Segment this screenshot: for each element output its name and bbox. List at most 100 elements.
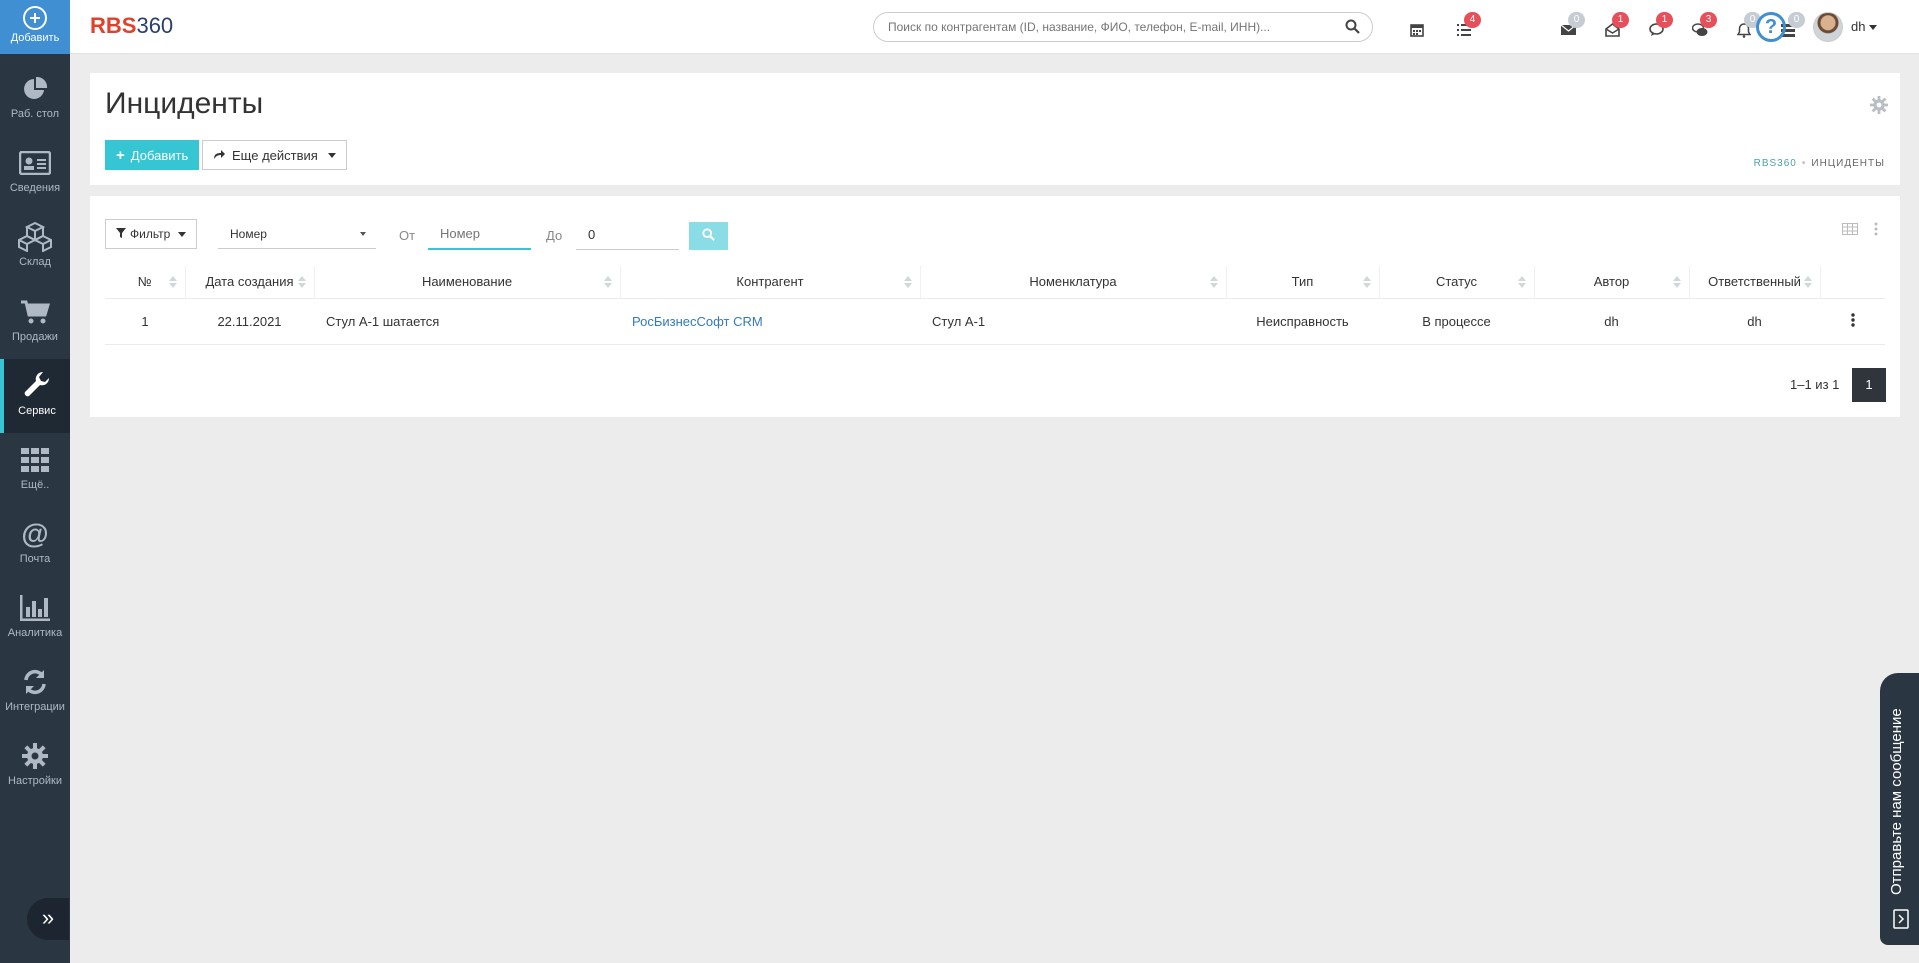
calendar-icon[interactable] — [1407, 20, 1427, 40]
sort-icon — [1517, 276, 1526, 288]
page-button-current[interactable]: 1 — [1852, 368, 1886, 402]
chevron-down-icon — [1869, 25, 1878, 31]
plus-icon: + — [116, 146, 125, 164]
vertical-dots-icon — [1850, 312, 1855, 330]
table-options-icon[interactable] — [1874, 222, 1878, 239]
bar-chart-icon — [0, 593, 70, 623]
more-actions-label: Еще действия — [232, 147, 318, 163]
cell-status: В процессе — [1379, 298, 1534, 345]
search-box — [873, 12, 1373, 42]
incidents-table: № Дата создания Наименование Контрагент … — [105, 266, 1885, 345]
column-header-date[interactable]: Дата создания — [185, 266, 315, 299]
sort-icon — [903, 276, 912, 288]
pie-chart-icon — [0, 74, 70, 104]
column-header-type[interactable]: Тип — [1226, 266, 1380, 299]
refresh-icon — [0, 667, 70, 697]
feedback-tab[interactable]: Отправьте нам сообщение — [1880, 673, 1919, 945]
sidebar-item-analytics[interactable]: Аналитика — [0, 581, 70, 655]
cart-icon — [0, 297, 70, 327]
page-settings-gear-icon[interactable] — [1870, 96, 1888, 117]
logo-text-blue: 360 — [136, 13, 174, 38]
comment-icon[interactable]: 1 — [1646, 12, 1673, 40]
sort-icon — [603, 276, 612, 288]
page-title: Инциденты — [105, 87, 264, 120]
search-input[interactable] — [888, 13, 1328, 41]
sidebar-item-service[interactable]: Сервис — [0, 359, 70, 433]
tasks-icon[interactable]: 4 — [1454, 12, 1481, 40]
column-header-responsible[interactable]: Ответственный — [1689, 266, 1821, 299]
pagination-info: 1–1 из 1 — [1790, 377, 1840, 392]
contractor-link[interactable]: РосБизнесСофт CRM — [632, 314, 763, 329]
feedback-icon — [1893, 909, 1909, 932]
bell-icon[interactable]: 0 — [1734, 12, 1761, 40]
avatar[interactable] — [1813, 12, 1843, 42]
cell-type: Неисправность — [1226, 298, 1379, 345]
from-input[interactable] — [428, 219, 531, 250]
sort-icon — [1362, 276, 1371, 288]
to-input[interactable] — [576, 219, 679, 250]
sidebar-item-label: Настройки — [8, 775, 62, 787]
wrench-icon — [4, 371, 70, 401]
sort-icon — [168, 276, 177, 288]
filter-button[interactable]: Фильтр — [105, 219, 198, 249]
help-icon[interactable]: ? — [1756, 12, 1786, 42]
logo[interactable]: RBS360 — [90, 13, 173, 39]
filter-icon — [116, 227, 126, 241]
search-icon[interactable] — [1345, 19, 1360, 37]
sidebar-item-label: Продажи — [12, 331, 58, 343]
sidebar-toggle-button[interactable]: » — [27, 898, 69, 940]
chevron-down-icon — [178, 231, 187, 237]
apply-filter-button[interactable] — [689, 222, 728, 250]
breadcrumb-home[interactable]: RBS360 — [1754, 158, 1797, 169]
sidebar-item-dashboard[interactable]: Раб. стол — [0, 62, 70, 136]
cell-nomenclature: Стул А-1 — [920, 298, 1226, 345]
sort-icon — [1209, 276, 1218, 288]
search-icon — [702, 228, 715, 244]
chats-badge: 3 — [1700, 12, 1717, 28]
more-actions-button[interactable]: Еще действия — [202, 140, 347, 170]
mail-icon[interactable]: 0 — [1558, 12, 1585, 40]
row-actions-menu[interactable] — [1820, 298, 1885, 345]
sidebar-item-integrations[interactable]: Интеграции — [0, 655, 70, 729]
sidebar-item-label: Раб. стол — [10, 108, 60, 120]
inbox-icon[interactable]: 1 — [1602, 12, 1629, 40]
sidebar-add-button[interactable]: Добавить — [0, 0, 70, 54]
gear-icon — [0, 741, 70, 771]
filter-label: Фильтр — [130, 227, 171, 241]
filter-field-value: Номер — [230, 227, 267, 241]
plus-circle-icon — [23, 6, 47, 30]
sidebar-item-info[interactable]: Сведения — [0, 136, 70, 210]
column-header-nomenclature[interactable]: Номенклатура — [920, 266, 1227, 299]
user-name: dh — [1851, 19, 1866, 34]
sidebar-item-more[interactable]: Ещё.. — [0, 433, 70, 507]
sidebar-item-label: Сервис — [18, 405, 56, 417]
sidebar-item-warehouse[interactable]: Склад — [0, 210, 70, 284]
sidebar-item-label: Аналитика — [7, 627, 63, 639]
mail-badge: 0 — [1568, 12, 1585, 28]
column-header-name[interactable]: Наименование — [314, 266, 621, 299]
to-label: До — [546, 228, 563, 243]
column-header-number[interactable]: № — [105, 266, 186, 299]
cell-name: Стул А-1 шатается — [314, 298, 620, 345]
breadcrumb-separator: • — [1801, 158, 1807, 169]
column-header-status[interactable]: Статус — [1379, 266, 1535, 299]
cell-contractor: РосБизнесСофт CRM — [620, 298, 920, 345]
filter-field-select[interactable]: Номер — [218, 219, 376, 249]
column-header-contractor[interactable]: Контрагент — [620, 266, 921, 299]
chat-icon[interactable]: 3 — [1690, 12, 1717, 40]
table-row[interactable]: 1 22.11.2021 Стул А-1 шатается РосБизнес… — [105, 298, 1885, 345]
at-icon: @ — [21, 518, 49, 549]
sidebar-item-settings[interactable]: Настройки — [0, 729, 70, 803]
column-header-author[interactable]: Автор — [1534, 266, 1690, 299]
add-incident-button[interactable]: + Добавить — [105, 140, 200, 170]
inbox-badge: 1 — [1612, 12, 1629, 28]
sidebar-item-label: Сведения — [9, 182, 61, 194]
sort-icon — [1672, 276, 1681, 288]
chevron-down-icon — [327, 152, 336, 158]
table-view-icon[interactable] — [1842, 223, 1858, 238]
sidebar-add-label: Добавить — [10, 32, 60, 44]
sidebar: Добавить Раб. стол Сведения Склад Продаж… — [0, 0, 70, 963]
user-menu[interactable]: dh — [1851, 19, 1878, 34]
sidebar-item-mail[interactable]: @ Почта — [0, 507, 70, 581]
sidebar-item-sales[interactable]: Продажи — [0, 285, 70, 359]
